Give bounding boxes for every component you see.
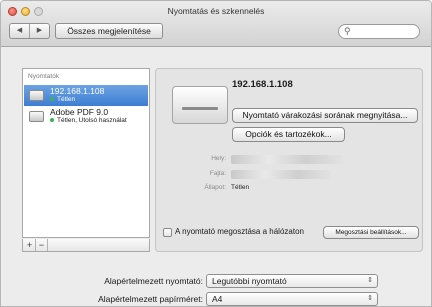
share-printer-checkbox[interactable] bbox=[163, 228, 172, 237]
kind-row: Fajta: bbox=[156, 170, 424, 180]
open-print-queue-button[interactable]: Nyomtató várakozási sorának megnyitása..… bbox=[232, 108, 418, 123]
default-printer-select[interactable]: Legutóbbi nyomtató ⇕ bbox=[206, 274, 378, 288]
kind-value-redacted bbox=[231, 170, 331, 179]
add-remove-bar: + − bbox=[22, 239, 150, 252]
status-row: Állapot: Tétlen bbox=[156, 184, 424, 194]
printer-detail-panel: 192.168.1.108 Nyomtató várakozási sorána… bbox=[155, 68, 423, 252]
printer-status: Tétlen bbox=[50, 96, 75, 103]
forward-arrow-icon[interactable]: ▶ bbox=[29, 24, 49, 38]
status-dot-icon bbox=[50, 118, 54, 123]
default-paper-value: A4 bbox=[212, 294, 223, 304]
printers-window: Nyomtatás és szkennelés ◀ ▶ Összes megje… bbox=[0, 0, 432, 307]
updown-arrows-icon: ⇕ bbox=[367, 277, 373, 284]
updown-arrows-icon: ⇕ bbox=[367, 295, 373, 302]
printer-name: Adobe PDF 9.0 bbox=[50, 107, 109, 117]
printer-icon bbox=[29, 90, 44, 101]
search-input[interactable] bbox=[355, 26, 415, 37]
sharing-preferences-button[interactable]: Megosztási beállítások... bbox=[323, 226, 419, 239]
window-title: Nyomtatás és szkennelés bbox=[167, 6, 265, 16]
default-printer-value: Legutóbbi nyomtató bbox=[212, 276, 287, 286]
printer-status: Tétlen, Utolsó használat bbox=[50, 117, 127, 124]
back-arrow-icon[interactable]: ◀ bbox=[10, 24, 29, 38]
printer-title: 192.168.1.108 bbox=[232, 79, 293, 90]
remove-printer-button[interactable]: − bbox=[36, 239, 48, 251]
location-row: Hely: bbox=[156, 155, 424, 165]
default-paper-label: Alapértelmezett papírméret: bbox=[98, 294, 203, 304]
printer-list-item[interactable]: Adobe PDF 9.0 Tétlen, Utolsó használat bbox=[24, 106, 148, 127]
printer-large-icon bbox=[172, 86, 228, 124]
options-supplies-button[interactable]: Opciók és tartozékok... bbox=[232, 127, 345, 142]
default-printer-row: Alapértelmezett nyomtató: Legutóbbi nyom… bbox=[1, 274, 431, 289]
printer-list-header: Nyomtatók bbox=[28, 73, 60, 80]
add-printer-button[interactable]: + bbox=[24, 239, 36, 251]
share-printer-label: A nyomtató megosztása a hálózaton bbox=[175, 227, 304, 236]
default-paper-row: Alapértelmezett papírméret: A4 ⇕ bbox=[1, 292, 431, 306]
printer-name: 192.168.1.108 bbox=[50, 86, 105, 96]
printer-list: Nyomtatók 192.168.1.108 Tétlen Adobe PDF… bbox=[22, 68, 150, 238]
default-paper-select[interactable]: A4 ⇕ bbox=[206, 292, 378, 306]
status-label: Állapot: bbox=[204, 184, 226, 191]
share-printer-row: A nyomtató megosztása a hálózaton Megosz… bbox=[163, 226, 421, 240]
kind-label: Fajta: bbox=[209, 170, 226, 177]
location-value-redacted bbox=[231, 155, 343, 164]
printer-list-item[interactable]: 192.168.1.108 Tétlen bbox=[24, 85, 148, 106]
search-icon: ⚲ bbox=[344, 26, 351, 36]
location-label: Hely: bbox=[211, 155, 226, 162]
default-printer-label: Alapértelmezett nyomtató: bbox=[104, 276, 203, 286]
show-all-button[interactable]: Összes megjelenítése bbox=[55, 23, 163, 39]
status-dot-icon bbox=[50, 97, 54, 102]
search-field[interactable]: ⚲ bbox=[338, 24, 420, 39]
status-value: Tétlen bbox=[231, 184, 250, 191]
back-forward-control: ◀ ▶ bbox=[9, 23, 50, 39]
window-titlebar: Nyomtatás és szkennelés ◀ ▶ Összes megje… bbox=[1, 1, 431, 47]
printer-icon bbox=[29, 111, 44, 122]
